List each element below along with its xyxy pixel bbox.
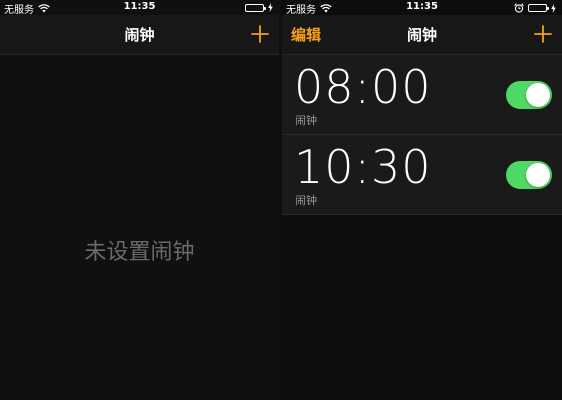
comparison-canvas: 无服务 11:35 闹钟 未设置闹钟 无服务 11:35 编辑 闹钟 08:00… [0,0,562,400]
alarm-screen-empty: 无服务 11:35 闹钟 未设置闹钟 [0,0,279,400]
plus-icon [534,25,552,43]
alarm-clock-icon [514,3,524,13]
page-title: 闹钟 [124,26,155,44]
alarm-row[interactable]: 08:00 闹钟 [282,55,562,135]
alarm-label: 闹钟 [295,194,317,207]
toggle-knob [526,83,550,107]
alarm-row[interactable]: 10:30 闹钟 [282,135,562,215]
status-right [245,3,273,12]
alarm-list: 08:00 闹钟 10:30 闹钟 [282,55,562,215]
battery-icon [528,4,549,12]
nav-bar: 闹钟 [0,15,279,55]
charging-icon [551,3,556,13]
toggle-knob [526,163,550,187]
add-alarm-button[interactable] [251,25,269,43]
status-right [514,3,556,13]
alarm-time: 10:30 [294,140,432,194]
status-bar: 无服务 11:35 [282,0,562,16]
battery-icon [245,3,266,12]
plus-icon [251,25,269,43]
alarm-toggle[interactable] [506,81,552,109]
nav-bar: 编辑 闹钟 [282,15,562,55]
alarm-screen-list: 无服务 11:35 编辑 闹钟 08:00 闹钟 10:30 闹钟 [282,0,562,400]
status-bar: 无服务 11:35 [0,0,279,16]
add-alarm-button[interactable] [534,25,552,43]
alarm-time: 08:00 [294,60,432,114]
status-time: 11:35 [123,1,156,12]
page-title: 闹钟 [406,26,437,44]
alarm-toggle[interactable] [506,161,552,189]
empty-state-message: 未设置闹钟 [84,240,195,265]
alarm-label: 闹钟 [295,114,317,127]
charging-icon [268,3,273,12]
